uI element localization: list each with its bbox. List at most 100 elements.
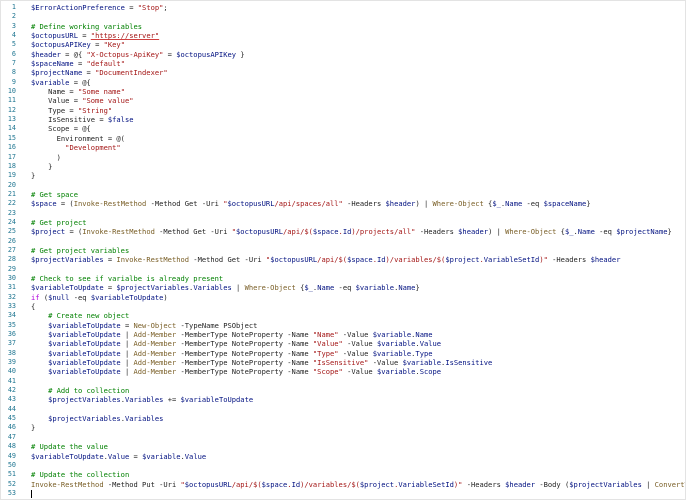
code-line[interactable]: 6 $header = @{ "X-Octopus-ApiKey" = $octo… [1,50,685,59]
code-token: $space [347,255,373,265]
code-token: ; [163,3,168,12]
code-token: { [556,227,565,237]
code-line[interactable]: 23 [1,209,685,218]
code-line[interactable]: 11 Value = "Some value" [1,96,685,105]
code-token: $header [505,479,536,489]
code-line[interactable]: 27 # Get project variables [1,246,685,255]
line-number: 6 [11,49,16,58]
line-number: 48 [7,442,16,451]
code-token: # Update the collection [31,470,130,480]
code-line[interactable]: 19} [1,171,685,180]
code-line[interactable]: 31 $variableToUpdate = $projectVariables.… [1,283,685,292]
code-line[interactable]: 36 $variableToUpdate | Add-Member -Membe… [1,330,685,339]
code-line[interactable]: 12 Type = "String" [1,106,685,115]
code-line[interactable]: 43 $projectVariables.Variables += $varia… [1,395,685,404]
code-line[interactable]: 22 $space = (Invoke-RestMethod -Method Ge… [1,199,685,208]
code-token: } [31,423,36,433]
code-token: $spaceName [543,199,587,209]
code-lines[interactable]: 1 $ErrorActionPreference = "Stop"; 2 3 # Def… [1,3,685,498]
code-line[interactable]: 8 $projectName = "DocumentIndexer" [1,68,685,77]
code-token: VariableSetId [398,479,454,489]
code-token: Invoke-RestMethod [82,227,155,237]
line-number: 19 [7,171,16,180]
code-token: = [103,283,117,293]
line-number: 1 [11,3,16,11]
code-line[interactable]: 48 # Update the value [1,442,685,451]
code-text: $octopusAPIKey = "Key" [31,40,125,49]
code-line[interactable]: 13 IsSensitive = $false [1,115,685,124]
line-number: 38 [7,348,16,357]
code-text: $projectName = "DocumentIndexer" [31,68,168,77]
code-token: Name [577,227,595,237]
code-line[interactable]: 26 [1,237,685,246]
code-token: = [124,3,138,12]
code-line[interactable]: 52 Invoke-RestMethod -Method Put -Uri "$o… [1,480,685,489]
code-token: $space [312,227,339,237]
code-token: = @{ [69,77,91,87]
code-line[interactable]: 46} [1,423,685,432]
code-line[interactable]: 21 # Get space [1,190,685,199]
code-text: if ($null -eq $variableToUpdate) [31,293,168,302]
code-line[interactable]: 44 [1,405,685,414]
code-line[interactable]: 41 [1,377,685,386]
code-line[interactable]: 9 $variable = @{ [1,78,685,87]
code-line[interactable]: 17 ) [1,153,685,162]
code-token: -TypeName PSObject [176,320,258,330]
code-line[interactable]: 25 $project = (Invoke-RestMethod -Method … [1,227,685,236]
code-line[interactable]: 38 $variableToUpdate | Add-Member -Membe… [1,349,685,358]
code-line[interactable]: 42 # Add to collection [1,386,685,395]
code-line[interactable]: 30 # Check to see if varialbe is already … [1,274,685,283]
code-token: $octopusURL [227,199,275,209]
code-line[interactable]: 18 } [1,162,685,171]
code-line[interactable]: 34 # Create new object [1,311,685,320]
code-token: $false [107,115,134,125]
line-number: 40 [7,367,16,376]
code-line[interactable]: 7 $spaceName = "default" [1,59,685,68]
code-line[interactable]: 37 $variableToUpdate | Add-Member -Membe… [1,339,685,348]
code-line[interactable]: 3 # Define working variables [1,22,685,31]
code-line[interactable]: 14 Scope = @{ [1,124,685,133]
code-token: -Method Get -Uri [189,255,266,265]
code-line[interactable]: 15 Environment = @( [1,134,685,143]
code-line[interactable]: 39 $variableToUpdate | Add-Member -Membe… [1,358,685,367]
code-text: # Create new object [31,311,129,320]
line-number: 24 [7,217,16,226]
code-token: } [236,49,245,59]
code-line[interactable]: 4 $octopusURL = "https://server" [1,31,685,40]
code-token: $header [385,199,416,209]
code-token: $project [359,479,395,489]
code-line[interactable]: 28 $projectVariables = Invoke-RestMethod … [1,255,685,264]
code-token: Add-Member [133,358,177,368]
code-line[interactable]: 49 $variableToUpdate.Value = $variable.Va… [1,452,685,461]
code-line[interactable]: 5 $octopusAPIKey = "Key" [1,40,685,49]
code-line[interactable]: 32 if ($null -eq $variableToUpdate) [1,293,685,302]
code-line[interactable]: 29 [1,265,685,274]
code-text: # Get space [31,190,78,199]
code-line[interactable]: 51 # Update the collection [1,470,685,479]
code-line[interactable]: 53 [1,489,685,498]
code-line[interactable]: 2 [1,12,685,21]
code-token: $_ [492,199,501,209]
code-line[interactable]: 24 # Get project [1,218,685,227]
line-number: 49 [7,451,16,460]
code-text: } [31,162,52,171]
code-line[interactable]: 40 $variableToUpdate | Add-Member -Membe… [1,367,685,376]
code-editor[interactable]: 1 $ErrorActionPreference = "Stop"; 2 3 # Def… [0,0,686,500]
code-line[interactable]: 45 $projectVariables.Variables [1,414,685,423]
code-line[interactable]: 10 Name = "Some name" [1,87,685,96]
code-line[interactable]: 50 [1,461,685,470]
code-line[interactable]: 20 [1,181,685,190]
code-line[interactable]: 1 $ErrorActionPreference = "Stop"; [1,3,685,12]
code-line[interactable]: 35 $variableToUpdate = New-Object -TypeN… [1,321,685,330]
code-line[interactable]: 33 { [1,302,685,311]
code-text: $spaceName = "default" [31,59,125,68]
line-number: 10 [7,87,16,96]
code-token: )/projects/all" [351,227,416,237]
code-line[interactable]: 47 [1,433,685,442]
code-token: } [586,199,591,209]
code-text: IsSensitive = $false [31,115,134,125]
code-line[interactable]: 16 "Development" [1,143,685,152]
code-token: /api/spaces/all" [274,199,343,209]
code-token: "Scope" [312,367,343,377]
code-text: # Update the collection [31,470,129,479]
